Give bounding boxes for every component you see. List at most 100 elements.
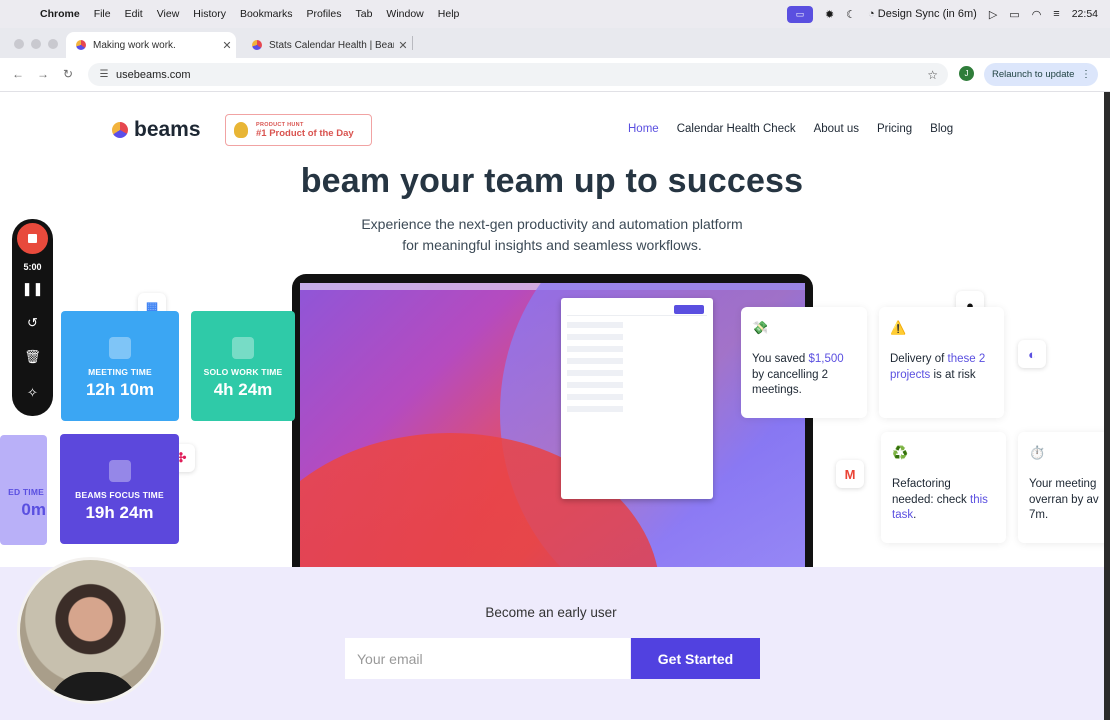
back-arrow-icon[interactable]: ← bbox=[12, 67, 24, 81]
menu-edit[interactable]: Edit bbox=[125, 8, 143, 20]
menu-view[interactable]: View bbox=[157, 8, 180, 20]
tab-making-work-work[interactable]: Making work work. ✕ bbox=[66, 32, 236, 58]
calendar-status[interactable]: ◔ Design Sync (in 6m) bbox=[868, 8, 977, 20]
stat-card-meeting-time: MEETING TIME 12h 10m bbox=[61, 311, 179, 421]
gmail-icon: M bbox=[836, 460, 864, 488]
wifi-icon[interactable]: ◠ bbox=[1032, 8, 1042, 21]
screen-recorder-controls: 5:00 ❚❚ ↺ 🗑 ✧ bbox=[12, 219, 53, 416]
menu-profiles[interactable]: Profiles bbox=[306, 8, 341, 20]
menu-tab[interactable]: Tab bbox=[355, 8, 372, 20]
effects-icon[interactable]: ✧ bbox=[12, 385, 53, 401]
screen-record-icon[interactable]: ▭ bbox=[786, 5, 813, 23]
stat-value: 12h 10m bbox=[85, 380, 155, 399]
mock-agenda-row bbox=[567, 358, 707, 364]
warning-icon: ⚠️ bbox=[890, 320, 907, 335]
email-input[interactable] bbox=[345, 638, 630, 679]
hero-subtitle-line-2: for meaningful insights and seamless wor… bbox=[402, 237, 702, 253]
stopwatch-icon: ⏱️ bbox=[1029, 445, 1046, 460]
stat-label: SOLO WORK TIME bbox=[203, 367, 283, 377]
menu-app-name[interactable]: Chrome bbox=[40, 8, 80, 20]
more-menu-icon[interactable]: ⋮ bbox=[1081, 69, 1091, 80]
beams-app-panel bbox=[561, 298, 713, 499]
laptop-mockup bbox=[292, 274, 813, 574]
play-icon[interactable]: ▷ bbox=[989, 8, 997, 21]
menubar-status-area: ▭ ✹ ☾ ◔ Design Sync (in 6m) ▷ ▭ ◠ ≡ 22:5… bbox=[786, 0, 1098, 28]
control-center-icon[interactable]: ≡ bbox=[1053, 8, 1059, 20]
mock-divider bbox=[567, 315, 707, 316]
hero-subtitle-line-1: Experience the next-gen productivity and… bbox=[361, 216, 743, 232]
recycle-icon: ♻️ bbox=[892, 445, 909, 460]
relaunch-to-update-button[interactable]: Relaunch to update ⋮ bbox=[984, 63, 1098, 86]
stat-value: 0m bbox=[21, 500, 46, 519]
mock-join-button bbox=[674, 305, 704, 314]
webcam-bubble[interactable] bbox=[17, 557, 164, 704]
medal-icon bbox=[234, 122, 248, 138]
person-icon bbox=[232, 337, 254, 359]
minimize-window-button[interactable] bbox=[31, 39, 41, 49]
menu-bookmarks[interactable]: Bookmarks bbox=[240, 8, 293, 20]
nav-calendar-health-check[interactable]: Calendar Health Check bbox=[677, 123, 796, 135]
insight-text: . bbox=[913, 509, 917, 521]
menu-history[interactable]: History bbox=[193, 8, 226, 20]
beams-logo[interactable]: beams bbox=[112, 118, 201, 142]
money-icon: 💸 bbox=[752, 320, 769, 335]
brightness-icon[interactable]: ✹ bbox=[825, 8, 834, 21]
stat-label: MEETING TIME bbox=[88, 367, 152, 377]
insight-text: 7m. bbox=[1029, 509, 1049, 521]
hero-title: beam your team up to success bbox=[300, 162, 804, 200]
window-edge bbox=[1104, 92, 1110, 720]
menu-help[interactable]: Help bbox=[438, 8, 460, 20]
pause-icon[interactable]: ❚❚ bbox=[12, 281, 53, 297]
insight-text: You saved bbox=[752, 353, 809, 365]
url-text: usebeams.com bbox=[116, 68, 191, 81]
nav-blog[interactable]: Blog bbox=[930, 123, 953, 135]
battery-icon[interactable]: ▭ bbox=[1009, 8, 1019, 21]
mock-agenda-row bbox=[567, 394, 707, 400]
web-page: beams PRODUCT HUNT #1 Product of the Day… bbox=[0, 92, 1110, 720]
mock-agenda-row bbox=[567, 334, 707, 340]
restart-icon[interactable]: ↺ bbox=[12, 315, 53, 331]
stat-card-solo-work-time: SOLO WORK TIME 4h 24m bbox=[191, 311, 295, 421]
product-hunt-badge[interactable]: PRODUCT HUNT #1 Product of the Day bbox=[225, 114, 372, 146]
address-bar[interactable]: ☰ usebeams.com ☆ bbox=[88, 63, 948, 86]
forward-arrow-icon[interactable]: → bbox=[37, 67, 49, 81]
profile-avatar[interactable]: J bbox=[959, 66, 974, 81]
get-started-button[interactable]: Get Started bbox=[631, 638, 760, 679]
relaunch-label: Relaunch to update bbox=[992, 69, 1075, 80]
webcam-person bbox=[48, 672, 140, 701]
recording-timer: 5:00 bbox=[23, 262, 42, 272]
insight-text: Your meeting overran by av bbox=[1029, 478, 1099, 506]
stat-card-beams-focus-time: BEAMS FOCUS TIME 19h 24m bbox=[60, 434, 179, 544]
people-icon bbox=[109, 337, 131, 359]
close-tab-icon[interactable]: ✕ bbox=[218, 39, 236, 52]
stat-label: ED TIME bbox=[8, 487, 44, 497]
menubar-clock: 22:54 bbox=[1071, 8, 1098, 20]
calendar-status-icon: ◔ bbox=[868, 8, 875, 20]
browser-tabstrip: Making work work. ✕ Stats Calendar Healt… bbox=[0, 28, 1110, 81]
zoom-window-button[interactable] bbox=[48, 39, 58, 49]
beams-logo-icon bbox=[112, 122, 128, 138]
menu-window[interactable]: Window bbox=[386, 8, 423, 20]
insight-text: Delivery of bbox=[890, 353, 948, 365]
nav-home[interactable]: Home bbox=[628, 123, 659, 135]
insight-text: by cancelling 2 meetings. bbox=[752, 368, 829, 397]
menu-file[interactable]: File bbox=[94, 8, 111, 20]
close-window-button[interactable] bbox=[14, 39, 24, 49]
tab-stats-calendar-health[interactable]: Stats Calendar Health | Beams ✕ bbox=[242, 32, 412, 58]
stat-value: 19h 24m bbox=[85, 503, 154, 522]
site-info-icon[interactable]: ☰ bbox=[92, 69, 116, 80]
trash-icon[interactable]: 🗑 bbox=[12, 349, 53, 365]
moon-icon[interactable]: ☾ bbox=[846, 8, 856, 21]
close-tab-icon[interactable]: ✕ bbox=[394, 39, 412, 52]
stop-recording-button[interactable] bbox=[17, 223, 48, 254]
insight-card-meeting-overran: ⏱️ Your meeting overran by av 7m. bbox=[1018, 432, 1110, 543]
logo-text: beams bbox=[134, 118, 201, 141]
mock-agenda-row bbox=[567, 346, 707, 352]
hero-subtitle: Experience the next-gen productivity and… bbox=[0, 214, 1104, 256]
bookmark-star-icon[interactable]: ☆ bbox=[927, 68, 938, 82]
beams-favicon-icon bbox=[76, 40, 86, 50]
insight-text: Refactoring needed: check bbox=[892, 478, 971, 506]
reload-icon[interactable]: ↻ bbox=[63, 67, 73, 81]
nav-about-us[interactable]: About us bbox=[814, 123, 859, 135]
nav-pricing[interactable]: Pricing bbox=[877, 123, 912, 135]
